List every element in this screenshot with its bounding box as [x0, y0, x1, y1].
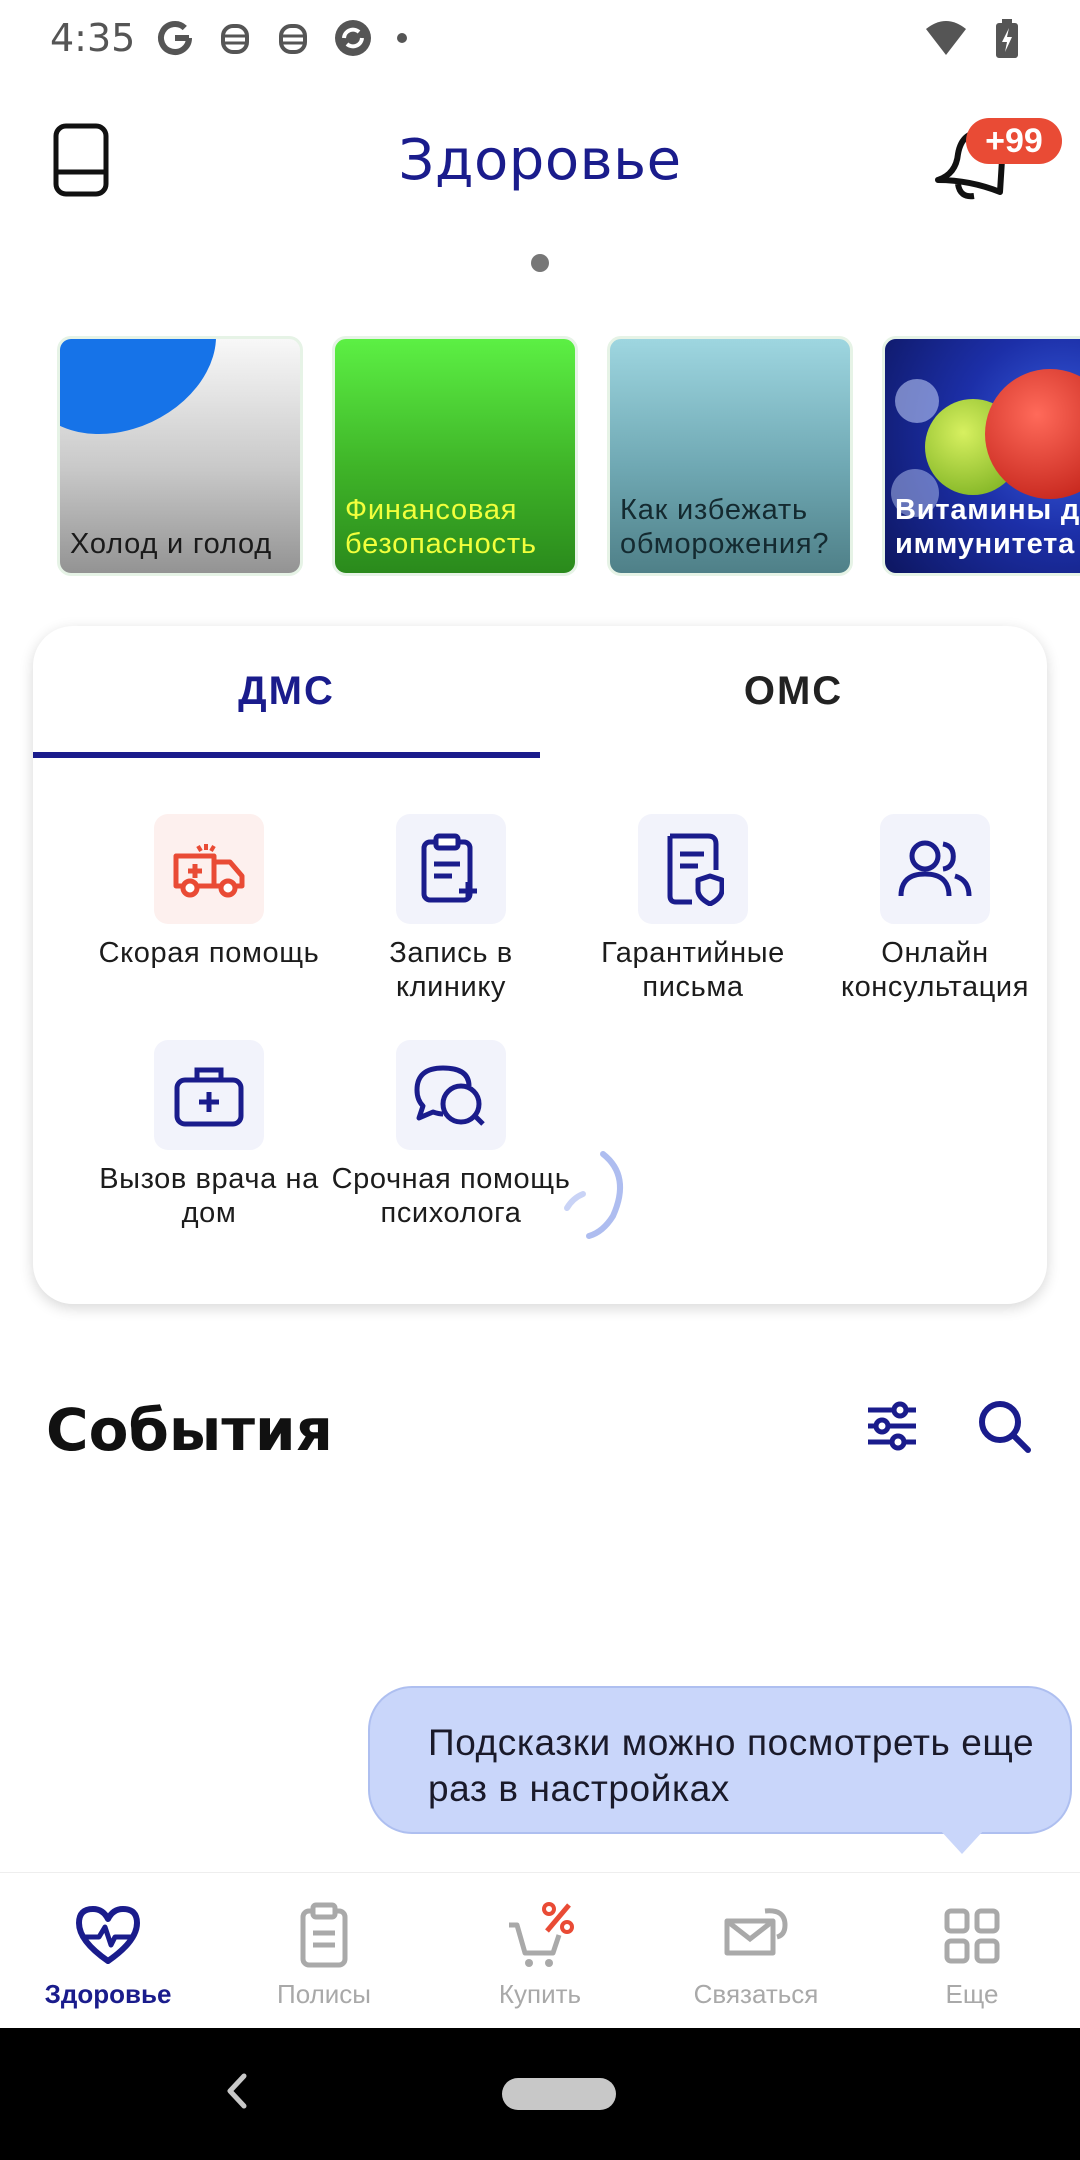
robot-icon [221, 24, 249, 54]
nav-item-policies[interactable]: Полисы [216, 1873, 432, 2029]
nav-item-contact[interactable]: Связаться [648, 1873, 864, 2029]
service-online-consultation[interactable]: Онлайн консультация [814, 814, 1047, 1004]
service-label: Запись в клинику [389, 937, 513, 1003]
nav-item-buy[interactable]: Купить [432, 1873, 648, 2029]
story-label: Как избежать обморожения? [620, 494, 830, 560]
nav-item-health[interactable]: Здоровье [0, 1873, 216, 2029]
story-label: Холод и голод [70, 528, 272, 560]
system-navigation-bar [0, 2028, 1080, 2160]
app-header: Здоровье [0, 110, 1080, 210]
home-button[interactable] [502, 2078, 616, 2110]
service-clinic-appointment[interactable]: Запись в клинику [330, 814, 572, 1004]
story-card[interactable]: Финансовая безопасность [332, 336, 578, 576]
google-icon [158, 21, 192, 55]
notification-badge: +99 [966, 118, 1062, 164]
service-doctor-home-visit[interactable]: Вызов врача на дом [88, 1040, 330, 1230]
back-icon[interactable] [222, 2068, 252, 2114]
search-icon[interactable] [974, 1396, 1034, 1456]
nav-label: Здоровье [44, 1979, 172, 2009]
filter-icon[interactable] [862, 1396, 922, 1456]
stories-carousel[interactable]: Холод и голод Финансовая безопасность Ка… [0, 330, 1080, 580]
robot-icon [279, 24, 307, 54]
ambulance-icon [154, 814, 264, 924]
tab-dms[interactable]: ДМС [33, 626, 540, 756]
battery-charging-icon [996, 19, 1018, 58]
service-label: Скорая помощь [98, 937, 320, 969]
nav-label: Полисы [277, 1979, 371, 2009]
nav-label: Связаться [693, 1979, 819, 2009]
heart-pulse-icon [76, 1906, 140, 1964]
hint-tooltip-tail [940, 1830, 984, 1854]
grid-icon [944, 1908, 1000, 1964]
nav-label: Еще [945, 1979, 999, 2009]
status-left-icons [155, 18, 409, 58]
cart-percent-icon [509, 1902, 574, 1967]
loading-spinner-icon [564, 1151, 623, 1239]
service-ambulance[interactable]: Скорая помощь [88, 814, 330, 970]
status-bar: 4:35 [0, 0, 1080, 80]
page-title: Здоровье [398, 128, 682, 193]
chat-bubbles-icon [396, 1040, 506, 1150]
tab-oms[interactable]: ОМС [540, 626, 1047, 756]
story-card[interactable]: Как избежать обморожения? [607, 336, 853, 576]
service-label: Вызов врача на дом [99, 1163, 319, 1229]
clipboard-icon [300, 1902, 348, 1968]
story-label: Витамины для иммунитета [895, 494, 1080, 560]
insurance-card: ДМС ОМС Скорая помощь Запись в клинику Г… [33, 626, 1047, 1304]
service-label: Гарантийные письма [601, 937, 785, 1003]
events-title: События [46, 1396, 333, 1464]
status-right-icons [924, 18, 1020, 60]
story-image [60, 339, 243, 465]
medical-bag-icon [154, 1040, 264, 1150]
clipboard-plus-icon [396, 814, 506, 924]
document-shield-icon [638, 814, 748, 924]
story-label: Финансовая безопасность [345, 494, 537, 560]
bottom-navigation: Здоровье Полисы Купить Связаться Еще [0, 1872, 1080, 2028]
status-time: 4:35 [50, 16, 136, 60]
vitamin-bubble [895, 379, 939, 423]
story-card[interactable]: Холод и голод [57, 336, 303, 576]
mail-chat-icon [724, 1908, 788, 1956]
hint-tooltip[interactable]: Подсказки можно посмотреть еще раз в нас… [368, 1686, 1072, 1834]
nav-label: Купить [498, 1979, 582, 2009]
service-label: Онлайн консультация [840, 937, 1030, 1003]
page-indicator-dot [531, 254, 549, 272]
active-tab-indicator [33, 752, 540, 758]
sync-icon [335, 20, 371, 56]
wifi-icon [926, 21, 966, 55]
users-icon [880, 814, 990, 924]
service-guarantee-letters[interactable]: Гарантийные письма [572, 814, 814, 1004]
nav-item-more[interactable]: Еще [864, 1873, 1080, 2029]
dot-icon [397, 33, 407, 43]
story-card[interactable]: Витамины для иммунитета [882, 336, 1080, 576]
